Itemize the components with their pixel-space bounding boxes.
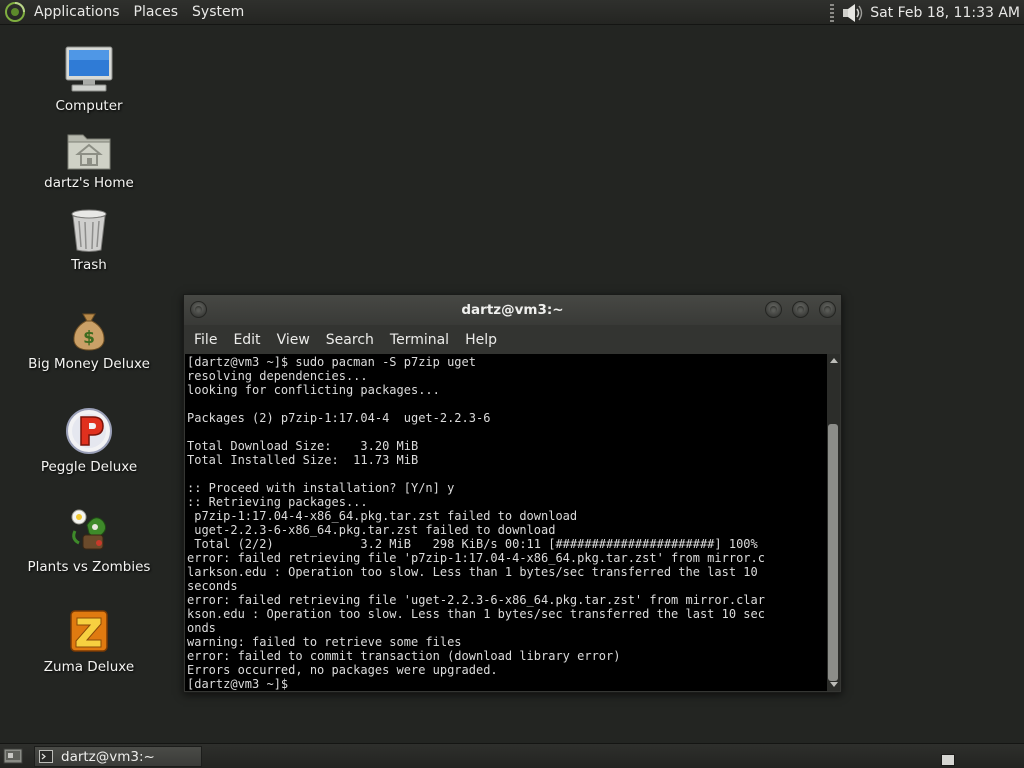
workspace-switcher[interactable]	[941, 754, 955, 766]
window-title: dartz@vm3:~	[461, 302, 564, 318]
desktop-icon-zuma[interactable]: Zuma Deluxe	[19, 607, 159, 675]
svg-text:$: $	[83, 328, 95, 348]
volume-icon[interactable]	[842, 3, 864, 23]
menu-terminal[interactable]: Terminal	[383, 332, 456, 348]
taskbar-task-label: dartz@vm3:~	[61, 748, 155, 765]
menu-view[interactable]: View	[270, 332, 317, 348]
plants-vs-zombies-icon	[71, 509, 107, 550]
maximize-button[interactable]	[792, 301, 809, 318]
bottom-panel: dartz@vm3:~	[0, 743, 1024, 768]
terminal-output-area[interactable]: [dartz@vm3 ~]$ sudo pacman -S p7zip uget…	[185, 354, 827, 691]
desktop-icon-plants-vs-zombies[interactable]: Plants vs Zombies	[19, 505, 159, 575]
desktop-icon-label: Computer	[55, 98, 123, 114]
home-folder-icon	[67, 134, 111, 170]
desktop-icon-computer[interactable]: Computer	[19, 46, 159, 114]
menu-help[interactable]: Help	[458, 332, 504, 348]
zuma-icon	[70, 610, 108, 652]
menu-system[interactable]: System	[185, 0, 251, 25]
show-desktop-icon[interactable]	[3, 747, 23, 765]
terminal-menubar: File Edit View Search Terminal Help	[184, 325, 841, 354]
scroll-up-arrow-icon[interactable]	[830, 358, 838, 363]
clock[interactable]: Sat Feb 18, 11:33 AM	[870, 5, 1024, 21]
menu-search[interactable]: Search	[319, 332, 381, 348]
menu-file[interactable]: File	[187, 332, 224, 348]
window-titlebar[interactable]: dartz@vm3:~	[184, 295, 841, 325]
close-button[interactable]	[819, 301, 836, 318]
desktop-icon-home[interactable]: dartz's Home	[19, 129, 159, 191]
minimize-button[interactable]	[765, 301, 782, 318]
menu-edit[interactable]: Edit	[226, 332, 267, 348]
scroll-down-arrow-icon[interactable]	[830, 682, 838, 687]
desktop-icon-trash[interactable]: Trash	[19, 209, 159, 273]
desktop-icon-label: Plants vs Zombies	[27, 559, 151, 575]
desktop-icon-label: Peggle Deluxe	[40, 459, 138, 475]
desktop-icon-label: Zuma Deluxe	[43, 659, 135, 675]
trash-icon	[71, 209, 107, 252]
terminal-window[interactable]: dartz@vm3:~ File Edit View Search Termin…	[183, 294, 842, 693]
money-bag-icon: $	[73, 313, 105, 351]
desktop-icon-peggle[interactable]: Peggle Deluxe	[19, 407, 159, 475]
top-panel: Applications Places System Sat Feb 18, 1…	[0, 0, 1024, 25]
panel-drag-handle[interactable]	[830, 3, 835, 22]
taskbar-terminal-button[interactable]: dartz@vm3:~	[34, 746, 202, 767]
desktop-icon-label: Big Money Deluxe	[28, 356, 150, 372]
desktop-icon-big-money[interactable]: $ Big Money Deluxe	[19, 310, 159, 372]
menu-applications[interactable]: Applications	[27, 0, 127, 25]
peggle-icon	[66, 408, 112, 454]
distro-logo-icon[interactable]	[4, 1, 26, 23]
desktop-icon-label: dartz's Home	[44, 175, 134, 191]
scrollbar-thumb[interactable]	[828, 424, 838, 681]
terminal-output[interactable]: [dartz@vm3 ~]$ sudo pacman -S p7zip uget…	[187, 355, 827, 691]
desktop-icon-label: Trash	[71, 257, 107, 273]
terminal-icon	[39, 750, 53, 763]
terminal-scrollbar[interactable]	[827, 354, 840, 691]
panel-status-area: Sat Feb 18, 11:33 AM	[830, 0, 1024, 25]
menu-places[interactable]: Places	[127, 0, 186, 25]
computer-icon	[65, 46, 113, 92]
